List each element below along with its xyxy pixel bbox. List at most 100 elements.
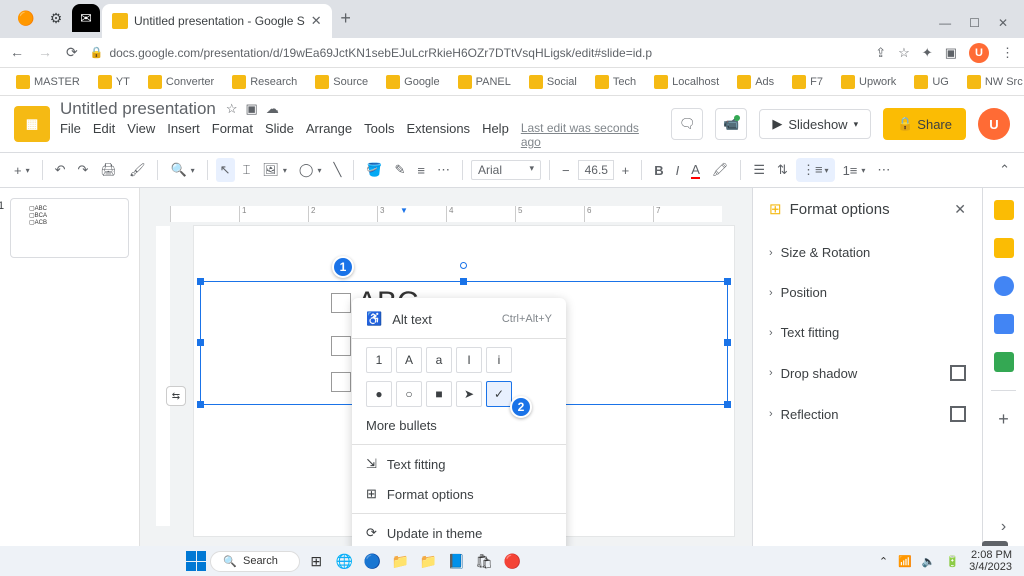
border-weight-button[interactable]: ≡ <box>413 159 429 182</box>
text-color-button[interactable]: A <box>687 158 704 183</box>
collapse-toolbar-button[interactable]: ⌃ <box>995 158 1014 182</box>
bookmark-item[interactable]: Upwork <box>835 73 902 91</box>
slides-logo[interactable]: ▦ <box>14 106 50 142</box>
italic-button[interactable]: I <box>672 159 684 182</box>
line-tool[interactable]: ╲ <box>329 158 345 182</box>
word-icon[interactable]: 📘 <box>444 549 468 573</box>
taskbar-time[interactable]: 2:08 PM <box>969 549 1012 561</box>
slide-canvas[interactable]: ABC ⇆ 1 ♿ Alt text Ctrl+Alt+Y 1 A a I <box>194 226 734 536</box>
bulleted-list-button[interactable]: ⋮≡ ▾ <box>796 158 835 182</box>
font-size-input[interactable]: 46.5 <box>578 160 614 180</box>
collapse-sidepanel-icon[interactable]: › <box>1001 518 1006 536</box>
window-maximize-icon[interactable]: ☐ <box>969 16 980 30</box>
bookmark-item[interactable]: MASTER <box>10 73 86 91</box>
bullet-circle[interactable]: ○ <box>396 381 422 407</box>
new-slide-button[interactable]: + <box>10 159 34 182</box>
chrome-menu-icon[interactable]: ⋮ <box>1001 45 1014 61</box>
battery-icon[interactable]: 🔋 <box>945 555 959 568</box>
maps-icon[interactable] <box>994 352 1014 372</box>
share-page-icon[interactable]: ⇪ <box>875 45 886 61</box>
start-button[interactable] <box>186 551 206 571</box>
menu-slide[interactable]: Slide <box>265 121 294 149</box>
image-tool[interactable]: 🖼 <box>258 158 291 182</box>
canvas-area[interactable]: 123 4567 ▼ ABC ⇆ 1 ♿ Alt text Ctrl+Alt+ <box>140 188 752 546</box>
font-size-plus[interactable]: + <box>618 159 634 182</box>
font-select[interactable]: Arial▾ <box>471 160 541 180</box>
reflection-checkbox[interactable] <box>950 406 966 422</box>
window-close-icon[interactable]: ✕ <box>998 16 1008 30</box>
explorer-icon[interactable]: 📁 <box>388 549 412 573</box>
contacts-icon[interactable] <box>994 314 1014 334</box>
move-icon[interactable]: ▣ <box>246 101 258 117</box>
bullet-arrow[interactable]: ➤ <box>456 381 482 407</box>
document-title[interactable]: Untitled presentation <box>60 99 216 119</box>
pinned-tab-3[interactable]: ✉ <box>72 4 100 32</box>
add-addon-button[interactable]: + <box>998 409 1009 430</box>
menu-insert[interactable]: Insert <box>167 121 200 149</box>
select-tool[interactable]: ↖ <box>216 158 235 182</box>
extensions-icon[interactable]: ✦ <box>922 45 933 61</box>
menu-extensions[interactable]: Extensions <box>406 121 470 149</box>
tray-chevron-icon[interactable]: ⌃ <box>879 555 888 568</box>
cm-alt-text[interactable]: ♿ Alt text Ctrl+Alt+Y <box>352 304 566 334</box>
side-panel-icon[interactable]: ▣ <box>945 45 957 61</box>
cm-format-options[interactable]: ⊞Format options <box>352 479 566 509</box>
edge-icon-2[interactable]: 🔵 <box>360 549 384 573</box>
border-dash-button[interactable]: ⋯ <box>433 158 454 182</box>
sb-position[interactable]: ›Position <box>769 272 966 312</box>
bookmark-item[interactable]: Social <box>523 73 583 91</box>
volume-icon[interactable]: 🔈 <box>922 555 936 568</box>
zoom-button[interactable]: 🔍 <box>166 158 198 182</box>
sb-reflection[interactable]: ›Reflection <box>769 393 966 434</box>
wifi-icon[interactable]: 📶 <box>898 555 912 568</box>
line-spacing-button[interactable]: ⇅ <box>773 158 792 182</box>
bookmark-star-icon[interactable]: ☆ <box>898 45 910 61</box>
window-minimize-icon[interactable]: ― <box>939 16 951 30</box>
star-icon[interactable]: ☆ <box>226 101 238 117</box>
tab-close-icon[interactable]: ✕ <box>311 13 322 29</box>
last-edit-link[interactable]: Last edit was seconds ago <box>521 121 662 149</box>
bold-button[interactable]: B <box>650 159 667 182</box>
tasks-icon[interactable] <box>994 276 1014 296</box>
url-field[interactable]: 🔒 docs.google.com/presentation/d/19wEa69… <box>90 46 864 60</box>
menu-view[interactable]: View <box>127 121 155 149</box>
list-style-lower-alpha[interactable]: a <box>426 347 452 373</box>
new-tab-button[interactable]: + <box>332 4 360 32</box>
keep-icon-2[interactable] <box>994 238 1014 258</box>
border-color-button[interactable]: ✎ <box>391 158 410 182</box>
share-button[interactable]: 🔒 Share <box>883 108 966 140</box>
undo-button[interactable]: ↶ <box>51 158 70 182</box>
fill-color-button[interactable]: 🪣 <box>362 158 386 182</box>
shape-tool[interactable]: ◯ <box>295 158 326 182</box>
slide-thumbnail[interactable]: ▢ABC ▢BCA ▢ACB <box>10 198 129 258</box>
pinned-tab-1[interactable]: 🟠 <box>12 4 40 32</box>
menu-tools[interactable]: Tools <box>364 121 394 149</box>
profile-badge[interactable]: U <box>969 43 989 63</box>
bookmark-item[interactable]: F7 <box>786 73 829 91</box>
cm-update-theme[interactable]: ⟳Update in theme <box>352 518 566 546</box>
explorer-icon-2[interactable]: 📁 <box>416 549 440 573</box>
list-style-numeric[interactable]: 1 <box>366 347 392 373</box>
menu-file[interactable]: File <box>60 121 81 149</box>
menu-arrange[interactable]: Arrange <box>306 121 352 149</box>
cm-text-fitting[interactable]: ⇲Text fitting <box>352 449 566 479</box>
pinned-tab-2[interactable]: ⚙ <box>42 4 70 32</box>
nav-back-icon[interactable]: ← <box>10 44 24 61</box>
more-options-button[interactable]: ⋯ <box>873 158 894 182</box>
store-icon[interactable]: 🛍 <box>472 549 496 573</box>
taskbar-date[interactable]: 3/4/2023 <box>969 561 1012 573</box>
menu-format[interactable]: Format <box>212 121 253 149</box>
align-button[interactable]: ☰ <box>749 158 769 182</box>
chrome-icon[interactable]: 🔴 <box>500 549 524 573</box>
bullet-checkmark[interactable]: ✓ <box>486 381 512 407</box>
list-style-upper-roman[interactable]: I <box>456 347 482 373</box>
numbered-list-button[interactable]: 1≡ <box>839 159 870 182</box>
print-button[interactable]: 🖨 <box>96 158 121 182</box>
textbox-tool[interactable]: ⌶ <box>239 158 255 182</box>
browser-tab-active[interactable]: Untitled presentation - Google S ✕ <box>102 4 332 38</box>
list-style-upper-alpha[interactable]: A <box>396 347 422 373</box>
redo-button[interactable]: ↷ <box>74 158 93 182</box>
menu-help[interactable]: Help <box>482 121 509 149</box>
edge-icon[interactable]: 🌐 <box>332 549 356 573</box>
cm-more-bullets[interactable]: More bullets <box>352 411 566 440</box>
